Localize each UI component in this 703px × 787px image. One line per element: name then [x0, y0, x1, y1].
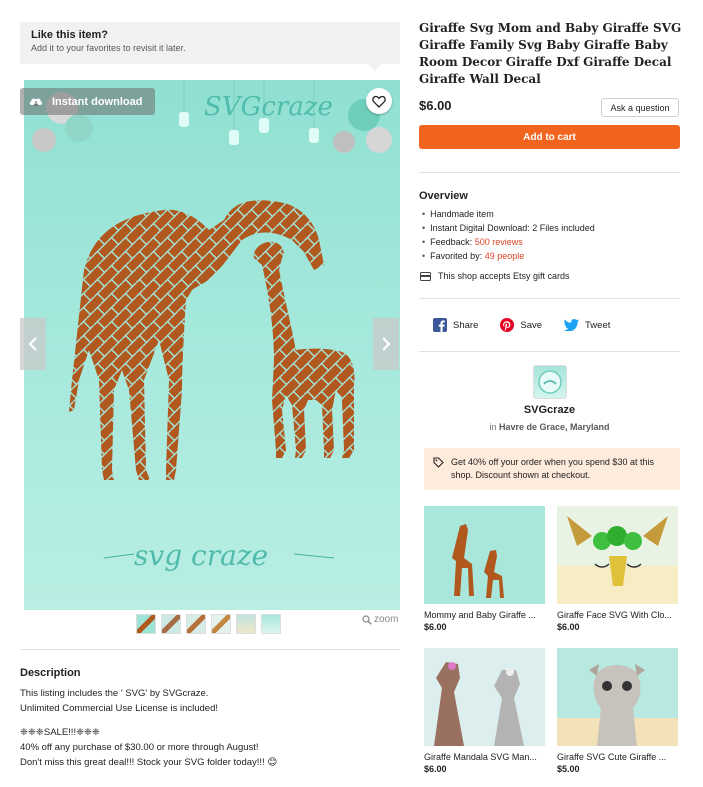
favorite-prompt-subtitle: Add it to your favorites to revisit it l… — [31, 43, 186, 53]
related-listing-price: $6.00 — [424, 764, 447, 774]
feedback-label: Feedback: — [430, 237, 475, 247]
related-listing-card[interactable]: Giraffe SVG Cute Giraffe ... $5.00 — [557, 648, 678, 774]
next-image-button[interactable] — [373, 318, 399, 370]
gift-card-text: This shop accepts Etsy gift cards — [438, 271, 570, 281]
related-listing-price: $6.00 — [424, 622, 447, 632]
listing-title: Giraffe Svg Mom and Baby Giraffe SVG Gir… — [419, 21, 682, 86]
thumbnail-3[interactable] — [186, 614, 206, 634]
overview-list: Handmade item Instant Digital Download: … — [422, 207, 595, 263]
related-listing-title: Giraffe Face SVG With Clo... — [557, 610, 672, 620]
ask-question-button[interactable]: Ask a question — [601, 98, 679, 117]
related-listing-title: Giraffe SVG Cute Giraffe ... — [557, 752, 667, 762]
pinterest-icon — [500, 318, 515, 332]
thumbnail-6[interactable] — [261, 614, 281, 634]
thumbnail-4[interactable] — [211, 614, 231, 634]
facebook-share-label: Share — [453, 319, 479, 331]
reviews-link[interactable]: 500 reviews — [475, 237, 523, 247]
heart-icon — [372, 95, 386, 108]
related-listing-card[interactable]: Mommy and Baby Giraffe ... $6.00 — [424, 506, 545, 632]
favorited-link[interactable]: 49 people — [485, 251, 525, 261]
overview-item: Feedback: 500 reviews — [422, 235, 595, 249]
gift-card-note: This shop accepts Etsy gift cards — [420, 271, 570, 281]
chevron-right-icon — [382, 337, 391, 351]
overview-item: Instant Digital Download: 2 Files includ… — [422, 221, 595, 235]
shop-logo-icon — [538, 370, 562, 394]
twitter-icon — [564, 319, 580, 331]
description-line: Don't miss this great deal!!! Stock your… — [20, 757, 278, 768]
twitter-tweet-label: Tweet — [585, 319, 611, 331]
related-listing-price: $6.00 — [557, 622, 580, 632]
related-listing-title: Mommy and Baby Giraffe ... — [424, 610, 536, 620]
previous-image-button[interactable] — [20, 318, 46, 370]
favorited-label: Favorited by: — [430, 251, 485, 261]
favorite-prompt: Like this item? Add it to your favorites… — [20, 22, 400, 71]
divider — [419, 351, 680, 352]
facebook-share-button[interactable]: Share — [433, 318, 478, 332]
chevron-left-icon — [28, 337, 37, 351]
pinterest-save-button[interactable]: Save — [500, 318, 542, 332]
discount-promo: Get 40% off your order when you spend $3… — [424, 448, 680, 490]
magnifier-icon — [362, 614, 372, 625]
price-tag-icon — [433, 457, 444, 468]
add-to-cart-button[interactable]: Add to cart — [419, 125, 680, 149]
shop-location-value: Havre de Grace, Maryland — [498, 422, 610, 432]
related-listing-image — [557, 648, 678, 746]
gift-card-icon — [420, 271, 431, 281]
thumbnail-2[interactable] — [161, 614, 181, 634]
zoom-button[interactable]: zoom — [362, 614, 398, 625]
related-listing-image — [557, 506, 678, 604]
related-listing-image — [424, 506, 545, 604]
zoom-label: zoom — [374, 614, 399, 625]
shop-location-prefix: in — [489, 422, 497, 432]
related-listing-price: $5.00 — [557, 764, 580, 774]
description-body: This listing includes the ' SVG' by SVGc… — [20, 686, 380, 770]
description-line: Unlimited Commercial Use License is incl… — [20, 703, 218, 714]
favorite-button[interactable] — [366, 88, 392, 114]
discount-promo-text: Get 40% off your order when you spend $3… — [451, 457, 654, 480]
shop-avatar[interactable] — [533, 365, 567, 399]
cloud-download-icon — [29, 97, 43, 107]
watermark-bottom: svg craze — [134, 539, 268, 572]
thumbnail-5[interactable] — [236, 614, 256, 634]
divider — [419, 298, 680, 299]
related-listing-card[interactable]: Giraffe Mandala SVG Man... $6.00 — [424, 648, 545, 774]
overview-item: Favorited by: 49 people — [422, 249, 595, 263]
related-listing-card[interactable]: Giraffe Face SVG With Clo... $6.00 — [557, 506, 678, 632]
divider — [419, 172, 680, 173]
overview-item: Handmade item — [422, 207, 595, 221]
facebook-icon — [433, 318, 447, 332]
instant-download-badge: Instant download — [20, 88, 155, 115]
description-line: ❈❈❈SALE!!!❈❈❈ — [20, 727, 100, 738]
watermark-top: SVGcraze — [204, 92, 333, 122]
thumbnail-1[interactable] — [136, 614, 156, 634]
description-line: This listing includes the ' SVG' by SVGc… — [20, 688, 209, 699]
description-title: Description — [20, 667, 81, 679]
overview-title: Overview — [419, 190, 468, 202]
giraffe-artwork: SVGcraze svg craze — [32, 80, 392, 572]
pinterest-save-label: Save — [520, 319, 543, 331]
listing-main-image[interactable]: SVGcraze svg craze — [24, 80, 400, 610]
related-listing-image — [424, 648, 545, 746]
listing-price: $6.00 — [419, 98, 452, 113]
related-listing-title: Giraffe Mandala SVG Man... — [424, 752, 537, 762]
favorite-prompt-title: Like this item? — [31, 29, 109, 41]
share-row: Share Save Tweet — [433, 318, 632, 332]
thumbnail-strip — [136, 614, 281, 634]
twitter-tweet-button[interactable]: Tweet — [564, 318, 610, 332]
shop-name[interactable]: SVGcraze — [419, 404, 680, 416]
shop-location: in Havre de Grace, Maryland — [419, 422, 680, 432]
description-line: 40% off any purchase of $30.00 or more t… — [20, 742, 259, 753]
divider — [20, 649, 400, 650]
instant-download-label: Instant download — [52, 95, 143, 108]
